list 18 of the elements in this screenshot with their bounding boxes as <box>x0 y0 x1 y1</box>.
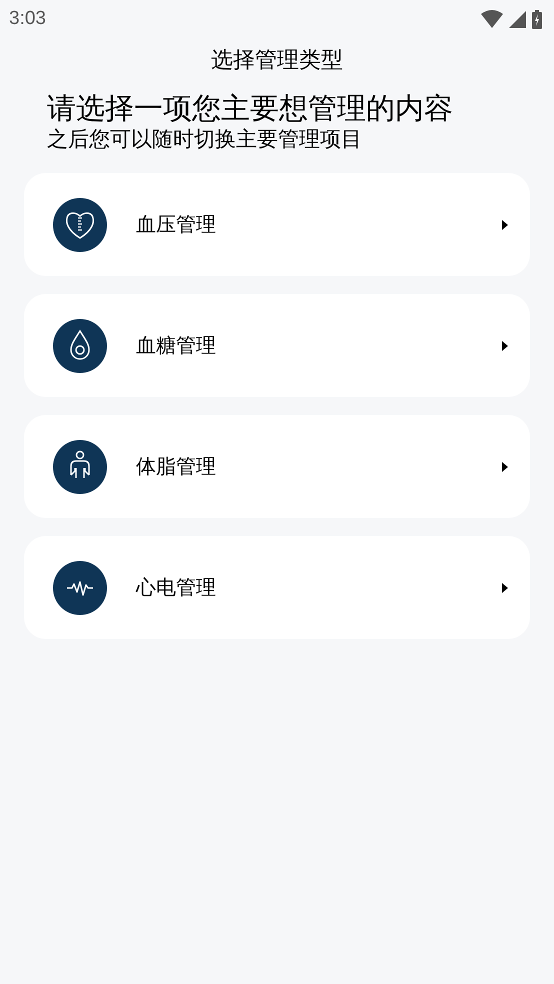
option-card[interactable]: 体脂管理 <box>24 415 530 518</box>
option-card[interactable]: 血糖管理 <box>24 294 530 397</box>
person-icon <box>53 440 107 494</box>
status-time: 3:03 <box>9 6 46 31</box>
caret-icon <box>502 340 508 350</box>
caret-icon <box>502 462 508 472</box>
heading: 请选择一项您主要想管理的内容 <box>47 92 454 127</box>
drop-icon <box>53 318 107 372</box>
pulse-icon <box>53 560 107 614</box>
page-title: 选择管理类型 <box>210 46 344 74</box>
signal-icon <box>509 10 526 28</box>
caret-icon <box>502 220 508 230</box>
battery-icon <box>532 10 542 28</box>
subheading: 之后您可以随时切换主要管理项目 <box>47 127 363 153</box>
wifi-icon <box>481 10 503 28</box>
caret-icon <box>502 582 508 592</box>
option-card[interactable]: 心电管理 <box>24 536 530 639</box>
option-card[interactable]: 血压管理 <box>24 173 530 276</box>
